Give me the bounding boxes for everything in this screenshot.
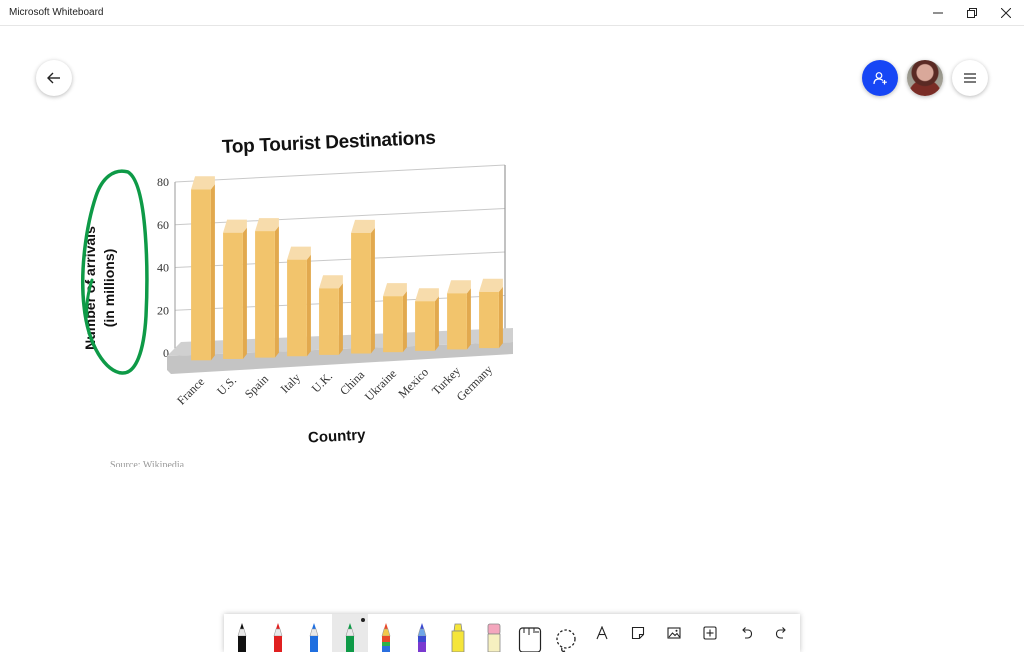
blue-pen-tool[interactable] (296, 614, 332, 652)
undo-icon (742, 627, 753, 639)
x-tick-label: U.S. (214, 373, 239, 398)
bar-top (351, 219, 375, 233)
bar-top (383, 283, 407, 297)
bar (383, 296, 403, 353)
bar-top (479, 278, 503, 292)
bar (191, 189, 211, 361)
image-icon (667, 627, 681, 639)
back-button[interactable] (36, 60, 72, 96)
bar-top (319, 275, 343, 289)
bar (223, 232, 243, 359)
image-tool[interactable] (656, 614, 692, 652)
bar (447, 293, 467, 350)
bar-top (255, 218, 279, 232)
ink-ellipse-annotation (81, 169, 149, 375)
x-tick-label: Spain (242, 372, 271, 401)
bar-side (370, 227, 375, 354)
close-button[interactable] (988, 0, 1024, 25)
add-box-icon (703, 626, 717, 640)
app-title: Microsoft Whiteboard (9, 7, 104, 18)
redo-button[interactable] (764, 614, 800, 652)
bar (479, 291, 499, 349)
bar-top (223, 219, 247, 233)
rainbow-pen-tool[interactable] (368, 614, 404, 652)
bar-side (434, 296, 439, 351)
add-person-icon (873, 72, 887, 85)
menu-button[interactable] (952, 60, 988, 96)
bar-top (447, 280, 471, 294)
bar-top (415, 288, 439, 302)
galaxy-pen-icon (417, 623, 427, 652)
bar (319, 288, 339, 355)
text-tool[interactable] (584, 614, 620, 652)
galaxy-pen-tool[interactable] (404, 614, 440, 652)
gridline (174, 164, 506, 183)
bar-side (210, 184, 215, 361)
bar-side (466, 288, 471, 350)
x-tick-label: U.K. (309, 369, 335, 395)
bar (351, 232, 371, 354)
x-tick-label: Ukraine (362, 366, 399, 403)
bar-top (287, 246, 311, 260)
y-tick-label: 20 (157, 303, 169, 317)
y-tick-label: 80 (157, 175, 169, 189)
rainbow-pen-icon (381, 623, 391, 652)
bar (255, 231, 275, 358)
red-pen-tool[interactable] (260, 614, 296, 652)
bar-side (402, 291, 407, 353)
bar (415, 301, 435, 351)
y-tick-label: 60 (157, 218, 169, 232)
x-axis-label: Country (307, 426, 366, 447)
ruler-icon (518, 627, 542, 652)
pen-icon (273, 623, 283, 652)
minimize-button[interactable] (920, 0, 956, 25)
sticky-note-tool[interactable] (620, 614, 656, 652)
black-pen-tool[interactable] (224, 614, 260, 652)
bar-side (274, 226, 279, 358)
lasso-icon (556, 629, 576, 652)
x-tick-label: Germany (454, 362, 495, 403)
bar (287, 259, 307, 357)
minimize-icon (933, 12, 943, 13)
bar-side (498, 286, 503, 349)
pen-icon (237, 623, 247, 652)
highlighter-tool[interactable] (440, 614, 476, 652)
title-bar: Microsoft Whiteboard (0, 0, 1024, 26)
eraser-tool[interactable] (476, 614, 512, 652)
restore-icon (967, 7, 977, 18)
close-icon (1001, 7, 1011, 18)
sticky-note-icon (631, 626, 645, 640)
eraser-icon (487, 623, 501, 652)
gridline (174, 208, 506, 226)
insert-tool[interactable] (692, 614, 728, 652)
y-tick-label: 40 (157, 261, 169, 275)
pen-icon (309, 623, 319, 652)
bar-top (191, 176, 215, 190)
lasso-tool[interactable] (548, 614, 584, 652)
bar-side (338, 283, 343, 355)
green-pen-tool[interactable] (332, 614, 368, 652)
ruler-tool[interactable] (512, 614, 548, 652)
chart-source: Source: Wikipedia (110, 460, 185, 467)
text-icon (596, 626, 608, 640)
invite-button[interactable] (862, 60, 898, 96)
restore-button[interactable] (954, 0, 990, 25)
undo-button[interactable] (728, 614, 764, 652)
pen-icon (345, 623, 355, 652)
x-tick-label: Italy (278, 370, 303, 395)
user-avatar[interactable] (907, 60, 943, 96)
bar-side (306, 254, 311, 357)
chart-image[interactable]: 0 20 40 60 80 France U.S. Spain Italy U.K. China Uk… (60, 120, 540, 480)
selected-indicator (361, 618, 365, 622)
arrow-left-icon (47, 72, 60, 84)
x-tick-label: France (174, 375, 207, 408)
inking-toolbar (224, 614, 800, 652)
x-tick-label: Mexico (395, 365, 431, 401)
bar-side (242, 227, 247, 359)
redo-icon (775, 627, 786, 639)
highlighter-icon (451, 623, 465, 652)
hamburger-menu-icon (964, 73, 976, 83)
